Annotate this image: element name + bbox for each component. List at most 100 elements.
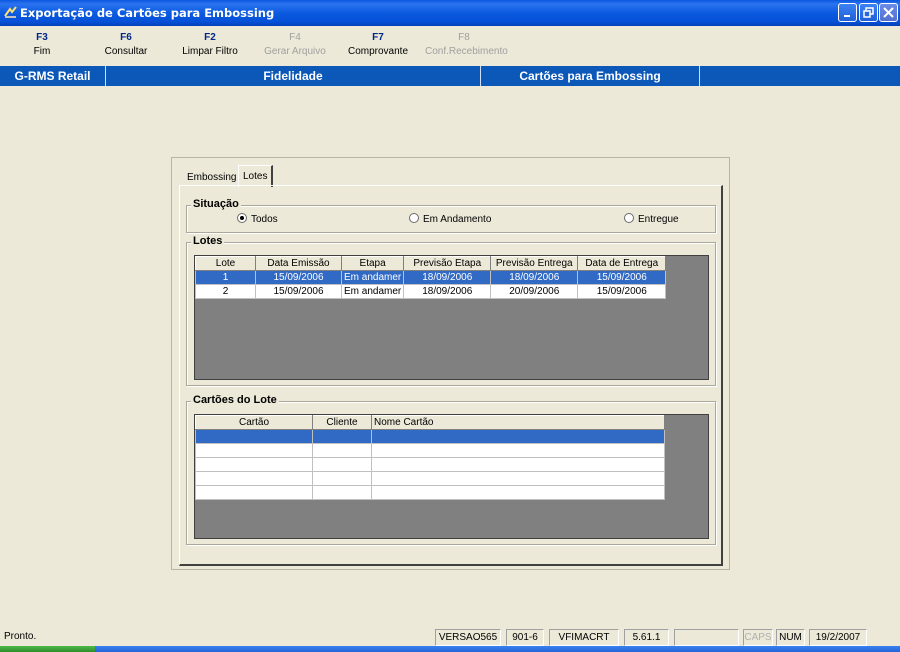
cell <box>371 443 665 458</box>
button-label: Comprovante <box>347 46 409 57</box>
table-row[interactable] <box>195 443 665 458</box>
app-icon <box>4 6 17 18</box>
info-bar: G-RMS Retail Fidelidade Cartões para Emb… <box>0 66 900 86</box>
cell <box>371 471 665 486</box>
radio-todos[interactable]: Todos <box>237 213 278 225</box>
column-header[interactable]: Etapa <box>340 256 405 271</box>
gerar-arquivo-button[interactable]: F4 Gerar Arquivo <box>256 30 334 59</box>
key-label: F3 <box>36 32 48 43</box>
radio-label: Entregue <box>638 214 679 225</box>
column-header[interactable]: Data Emissão <box>255 256 342 271</box>
window-title: Exportação de Cartões para Embossing <box>20 6 275 20</box>
lotes-title: Lotes <box>191 235 225 247</box>
tab-page-lotes: Situação Todos Em Andamento Entregue Lot… <box>179 185 723 566</box>
build-panel: 5.61.1 <box>624 629 669 646</box>
store-panel: 901-6 <box>506 629 544 646</box>
cartoes-table: Cartão Cliente Nome Cartão <box>195 415 665 500</box>
system-name: G-RMS Retail <box>0 66 106 86</box>
situacao-title: Situação <box>191 198 241 210</box>
window-title-bar[interactable]: Exportação de Cartões para Embossing <box>0 0 900 26</box>
cell: Em andamer <box>340 284 405 299</box>
cell <box>195 457 313 472</box>
column-header[interactable]: Lote <box>195 256 256 271</box>
column-header[interactable]: Data de Entrega <box>577 256 667 271</box>
column-header[interactable]: Nome Cartão <box>371 415 665 430</box>
table-row[interactable]: 1 15/09/2006 Em andamer 18/09/2006 18/09… <box>195 270 667 285</box>
cell: Em andamer <box>340 270 405 285</box>
radio-em-andamento[interactable]: Em Andamento <box>409 213 491 225</box>
cell <box>312 443 372 458</box>
function-key-toolbar: F3 Fim F6 Consultar F2 Limpar Filtro F4 … <box>0 26 900 65</box>
restore-icon <box>863 7 874 18</box>
table-header-row: Cartão Cliente Nome Cartão <box>195 415 665 430</box>
cell <box>312 471 372 486</box>
screen-name: Cartões para Embossing <box>481 66 700 86</box>
blank-panel <box>674 629 739 646</box>
program-panel: VFIMACRT <box>549 629 619 646</box>
cell <box>312 429 372 444</box>
table-row[interactable] <box>195 457 665 472</box>
table-header-row: Lote Data Emissão Etapa Previsão Etapa P… <box>195 256 667 271</box>
cell <box>371 429 665 444</box>
key-label: F2 <box>204 32 216 43</box>
key-label: F7 <box>372 32 384 43</box>
tab-lotes[interactable]: Lotes <box>238 165 274 187</box>
table-row[interactable] <box>195 471 665 486</box>
table-row[interactable]: 2 15/09/2006 Em andamer 18/09/2006 20/09… <box>195 284 667 299</box>
column-header[interactable]: Cliente <box>312 415 372 430</box>
caps-indicator: CAPS <box>743 629 773 646</box>
fim-button[interactable]: F3 Fim <box>3 30 81 59</box>
cell <box>195 485 313 500</box>
consultar-button[interactable]: F6 Consultar <box>87 30 165 59</box>
status-bar: Pronto. VERSAO565 901-6 VFIMACRT 5.61.1 … <box>0 628 900 646</box>
radio-label: Todos <box>251 214 278 225</box>
cell: 18/09/2006 <box>403 270 492 285</box>
date-panel: 19/2/2007 <box>809 629 867 646</box>
restore-button[interactable] <box>859 3 878 22</box>
lotes-group: Lotes Lote Data Emissão Etapa Previsão E… <box>186 235 716 386</box>
radio-selected-icon <box>237 213 247 223</box>
column-header[interactable]: Previsão Etapa <box>403 256 492 271</box>
cartoes-grid[interactable]: Cartão Cliente Nome Cartão <box>194 414 709 539</box>
limpar-filtro-button[interactable]: F2 Limpar Filtro <box>171 30 249 59</box>
radio-label: Em Andamento <box>423 214 492 225</box>
cell: 2 <box>195 284 256 299</box>
cell <box>312 457 372 472</box>
key-label: F8 <box>458 32 470 43</box>
cell <box>195 429 313 444</box>
radio-icon <box>624 213 634 223</box>
button-label: Consultar <box>104 46 148 57</box>
conf-recebimento-button[interactable]: F8 Conf.Recebimento <box>425 30 508 59</box>
cell: 18/09/2006 <box>490 270 579 285</box>
button-label: Gerar Arquivo <box>264 46 326 57</box>
table-row[interactable] <box>195 429 665 444</box>
key-label: F6 <box>120 32 132 43</box>
column-header[interactable]: Cartão <box>195 415 313 430</box>
cell <box>371 457 665 472</box>
cell <box>195 443 313 458</box>
button-label: Fim <box>33 46 51 57</box>
module-name: Fidelidade <box>106 66 481 86</box>
cell <box>371 485 665 500</box>
situacao-group: Situação Todos Em Andamento Entregue <box>186 198 716 233</box>
status-message: Pronto. <box>4 631 37 642</box>
close-icon <box>883 7 894 18</box>
num-indicator: NUM <box>776 629 805 646</box>
close-button[interactable] <box>879 3 898 22</box>
start-button[interactable] <box>0 646 95 652</box>
radio-icon <box>409 213 419 223</box>
minimize-button[interactable] <box>838 3 857 22</box>
comprovante-button[interactable]: F7 Comprovante <box>339 30 417 59</box>
lotes-grid[interactable]: Lote Data Emissão Etapa Previsão Etapa P… <box>194 255 709 380</box>
cell: 18/09/2006 <box>403 284 492 299</box>
cartoes-title: Cartões do Lote <box>191 394 279 406</box>
lotes-table: Lote Data Emissão Etapa Previsão Etapa P… <box>195 256 667 299</box>
cell <box>312 485 372 500</box>
cell: 15/09/2006 <box>255 284 342 299</box>
cell: 15/09/2006 <box>255 270 342 285</box>
cell: 20/09/2006 <box>490 284 579 299</box>
version-panel: VERSAO565 <box>435 629 501 646</box>
table-row[interactable] <box>195 485 665 500</box>
column-header[interactable]: Previsão Entrega <box>490 256 579 271</box>
radio-entregue[interactable]: Entregue <box>624 213 679 225</box>
